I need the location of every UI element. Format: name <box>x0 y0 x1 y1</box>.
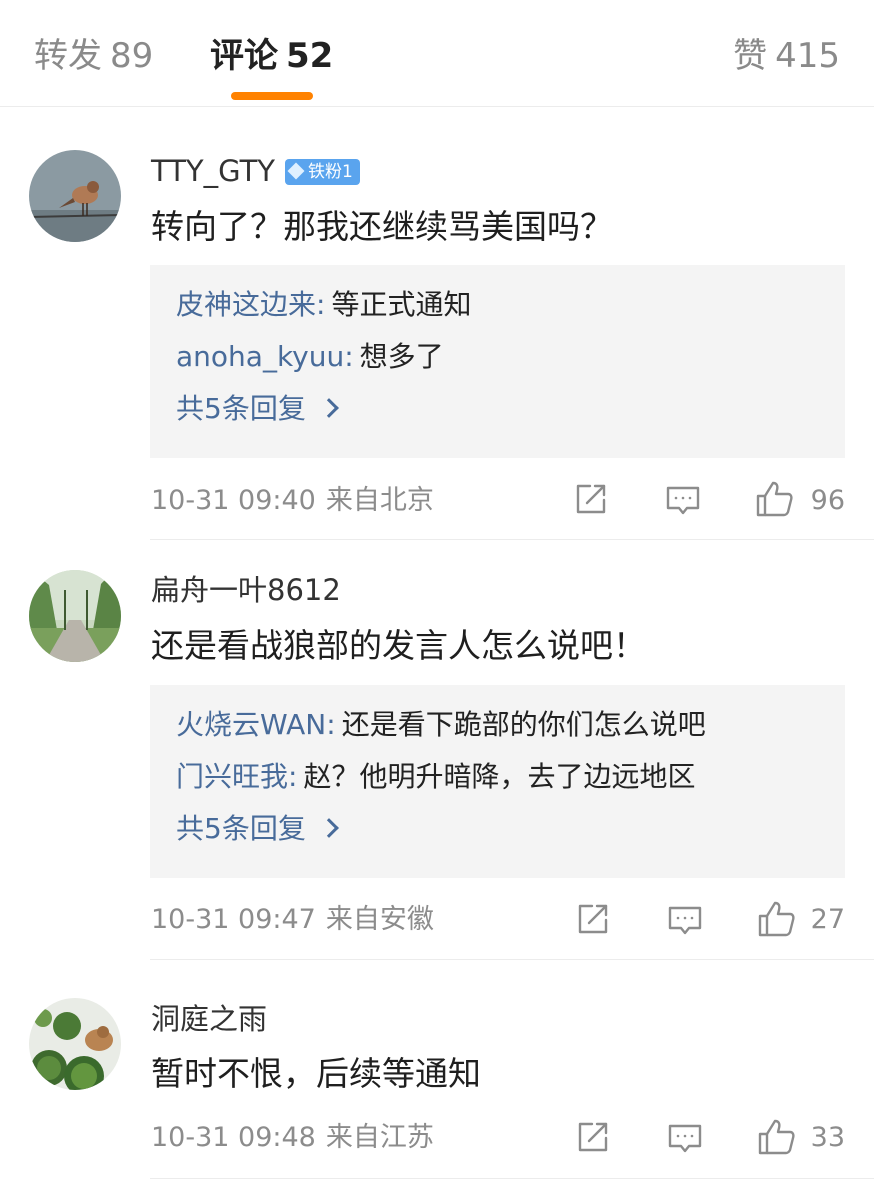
reply-username[interactable]: 火烧云WAN <box>176 708 326 741</box>
reply-text: 等正式通知 <box>331 288 472 321</box>
comment-icon <box>666 486 700 515</box>
view-all-replies-link[interactable]: 共5条回复 <box>176 391 845 427</box>
like-button[interactable] <box>757 1117 797 1155</box>
username-text: 扁舟一叶8612 <box>151 573 341 607</box>
tab-comments-label: 评论 <box>210 36 278 76</box>
reply-text: 想多了 <box>359 340 444 373</box>
like-count: 33 <box>810 1122 845 1153</box>
reply-text: 还是看下跪部的你们怎么说吧 <box>341 708 706 741</box>
thumbs-up-icon <box>758 901 795 937</box>
comment-time: 10-31 09:47 <box>151 904 316 935</box>
tab-forward-count: 89 <box>110 36 154 76</box>
tab-likes[interactable]: 赞 415 <box>733 34 840 78</box>
view-all-replies-link[interactable]: 共5条回复 <box>176 811 845 847</box>
repost-icon <box>578 1122 608 1152</box>
repost-button[interactable] <box>575 1119 611 1157</box>
reply-item: 皮神这边来: 等正式通知 <box>176 288 472 321</box>
comment-text: 转向了？那我还继续骂美国吗？ <box>151 207 613 246</box>
comment-item: 洞庭之雨 暂时不恨，后续等通知 10-31 09:48 来自江苏 33 <box>0 960 874 1200</box>
avatar[interactable] <box>29 570 121 662</box>
username[interactable]: TTY_GTY 铁粉1 <box>151 153 360 189</box>
avatar[interactable] <box>29 998 121 1090</box>
thumbs-up-icon <box>756 481 793 517</box>
fan-badge: 铁粉1 <box>285 159 360 185</box>
comment-source: 来自北京 <box>325 485 434 516</box>
repost-button[interactable] <box>573 481 609 519</box>
comment-button[interactable] <box>665 483 701 521</box>
comment-meta: 10-31 09:48 来自江苏 <box>151 1121 434 1155</box>
repost-icon <box>576 484 606 514</box>
view-all-replies-label: 共5条回复 <box>176 392 306 425</box>
active-tab-indicator <box>231 92 313 100</box>
tab-forward[interactable]: 转发 89 <box>34 34 153 78</box>
tab-comments-count: 52 <box>286 36 334 76</box>
reply-preview[interactable]: 火烧云WAN: 还是看下跪部的你们怎么说吧 门兴旺我: 赵？他明升暗降，去了边远地区… <box>150 685 845 878</box>
like-count: 27 <box>810 904 845 935</box>
comment-item: TTY_GTY 铁粉1 转向了？那我还继续骂美国吗？ 皮神这边来: 等正式通知 an… <box>0 107 874 540</box>
comment-time: 10-31 09:48 <box>151 1122 316 1153</box>
comment-item: 扁舟一叶8612 还是看战狼部的发言人怎么说吧！ 火烧云WAN: 还是看下跪部的你… <box>0 540 874 960</box>
tab-bar: 转发 89 评论 52 赞 415 <box>0 0 874 107</box>
comment-text: 暂时不恨，后续等通知 <box>151 1054 481 1093</box>
comment-button[interactable] <box>667 903 703 941</box>
reply-username[interactable]: 皮神这边来 <box>176 288 316 321</box>
chevron-right-icon <box>318 398 339 418</box>
like-button[interactable] <box>755 479 795 517</box>
reply-item: anoha_kyuu: 想多了 <box>176 340 444 373</box>
fan-badge-label: 铁粉1 <box>308 162 353 182</box>
reply-item: 门兴旺我: 赵？他明升暗降，去了边远地区 <box>176 760 696 793</box>
comment-text: 还是看战狼部的发言人怎么说吧！ <box>151 626 646 665</box>
diamond-icon <box>287 162 305 180</box>
reply-text: 赵？他明升暗降，去了边远地区 <box>303 760 696 793</box>
view-all-replies-label: 共5条回复 <box>176 812 306 845</box>
avatar[interactable] <box>29 150 121 242</box>
username[interactable]: 扁舟一叶8612 <box>151 572 341 608</box>
reply-item: 火烧云WAN: 还是看下跪部的你们怎么说吧 <box>176 708 706 741</box>
reply-username[interactable]: 门兴旺我 <box>176 760 288 793</box>
divider <box>150 1178 874 1179</box>
like-count: 96 <box>810 485 845 516</box>
tab-likes-count: 415 <box>775 36 840 76</box>
like-button[interactable] <box>757 899 797 937</box>
thumbs-up-icon <box>758 1119 795 1155</box>
username-text: 洞庭之雨 <box>151 1002 268 1036</box>
comment-meta: 10-31 09:40 来自北京 <box>151 484 434 518</box>
tab-likes-label: 赞 <box>733 36 768 76</box>
comment-icon <box>668 1124 702 1153</box>
reply-username[interactable]: anoha_kyuu <box>176 340 344 373</box>
repost-button[interactable] <box>575 901 611 939</box>
comment-icon <box>668 906 702 935</box>
comment-meta: 10-31 09:47 来自安徽 <box>151 903 434 937</box>
repost-icon <box>578 904 608 934</box>
comment-source: 来自江苏 <box>325 1122 434 1153</box>
tab-comments[interactable]: 评论 52 <box>210 34 333 78</box>
comment-time: 10-31 09:40 <box>151 485 316 516</box>
username[interactable]: 洞庭之雨 <box>151 1001 267 1037</box>
tab-forward-label: 转发 <box>34 36 102 76</box>
comment-source: 来自安徽 <box>325 904 434 935</box>
comment-button[interactable] <box>667 1121 703 1159</box>
reply-preview[interactable]: 皮神这边来: 等正式通知 anoha_kyuu: 想多了 共5条回复 <box>150 265 845 458</box>
chevron-right-icon <box>318 818 339 838</box>
username-text: TTY_GTY <box>151 154 276 188</box>
